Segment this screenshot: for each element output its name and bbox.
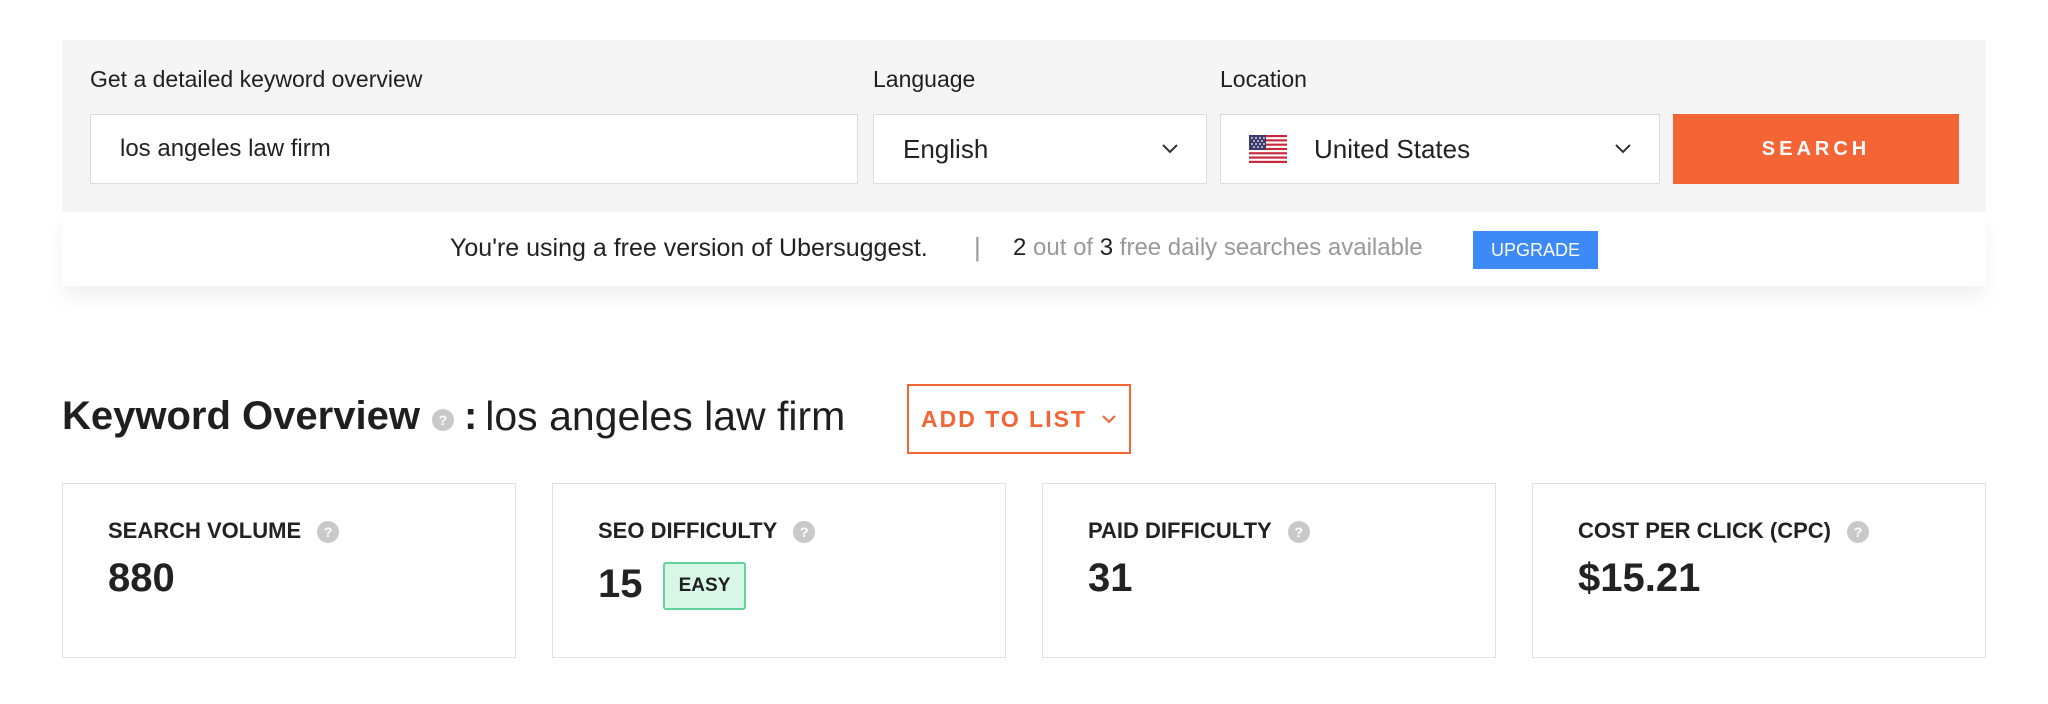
searches-suffix: free daily searches available [1119,234,1423,261]
card-title: SEARCH VOLUME ? [108,518,340,544]
seo-difficulty-card: SEO DIFFICULTY ? 15 EASY [552,483,1006,658]
page-title: Keyword Overview ? : los angeles law fir… [62,390,845,442]
cpc-value: $15.21 [1578,556,1701,600]
card-title: SEO DIFFICULTY ? [598,518,816,544]
keyword-input-value: los angeles law firm [120,135,331,162]
overview-keyword: los angeles law firm [485,392,846,439]
card-title: PAID DIFFICULTY ? [1088,518,1310,544]
overview-title: Keyword Overview [62,393,420,438]
language-select-value: English [903,133,989,164]
paid-difficulty-value: 31 [1088,556,1133,600]
free-version-text: You're using a free version of Ubersugge… [450,234,928,262]
paid-difficulty-card: PAID DIFFICULTY ? 31 [1042,483,1496,658]
add-to-list-label: ADD TO LIST [921,405,1087,432]
paid-difficulty-label: PAID DIFFICULTY [1088,518,1272,543]
language-select[interactable]: English [873,114,1207,184]
help-icon[interactable]: ? [431,409,454,431]
free-version-notice: You're using a free version of Ubersugge… [62,212,1986,286]
location-select-value: United States [1314,133,1471,164]
language-label: Language [873,66,976,92]
seo-difficulty-label: SEO DIFFICULTY [598,518,778,543]
card-title: COST PER CLICK (CPC) ? [1578,518,1869,544]
add-to-list-button[interactable]: ADD TO LIST [907,384,1131,454]
chevron-down-icon [1162,144,1178,154]
search-volume-card: SEARCH VOLUME ? 880 [62,483,516,658]
chevron-down-icon [1102,415,1116,424]
search-volume-value: 880 [108,556,175,600]
out-of-text: out of [1033,234,1094,261]
difficulty-badge: EASY [663,562,746,610]
help-icon[interactable]: ? [1847,521,1869,543]
help-icon[interactable]: ? [793,521,816,543]
seo-difficulty-value: 15 [598,562,643,606]
searches-total: 3 [1099,234,1114,261]
keyword-label: Get a detailed keyword overview [90,66,423,92]
upgrade-button[interactable]: UPGRADE [1473,231,1598,269]
cpc-label: COST PER CLICK (CPC) [1578,518,1831,543]
location-select[interactable]: United States [1220,114,1660,184]
keyword-input[interactable]: los angeles law firm [90,114,858,184]
location-label: Location [1220,66,1307,92]
us-flag-icon [1249,135,1287,163]
help-icon[interactable]: ? [317,521,340,543]
help-icon[interactable]: ? [1287,521,1310,543]
notice-separator: | [974,232,981,262]
search-button[interactable]: SEARCH [1673,114,1959,184]
chevron-down-icon [1615,144,1631,154]
cpc-card: COST PER CLICK (CPC) ? $15.21 [1532,483,1986,658]
search-volume-label: SEARCH VOLUME [108,518,302,543]
search-count: 2 out of 3 free daily searches available [1013,234,1423,262]
searches-used: 2 [1013,234,1027,261]
search-panel: Get a detailed keyword overview Language… [62,40,1986,212]
title-colon: : [463,393,478,438]
